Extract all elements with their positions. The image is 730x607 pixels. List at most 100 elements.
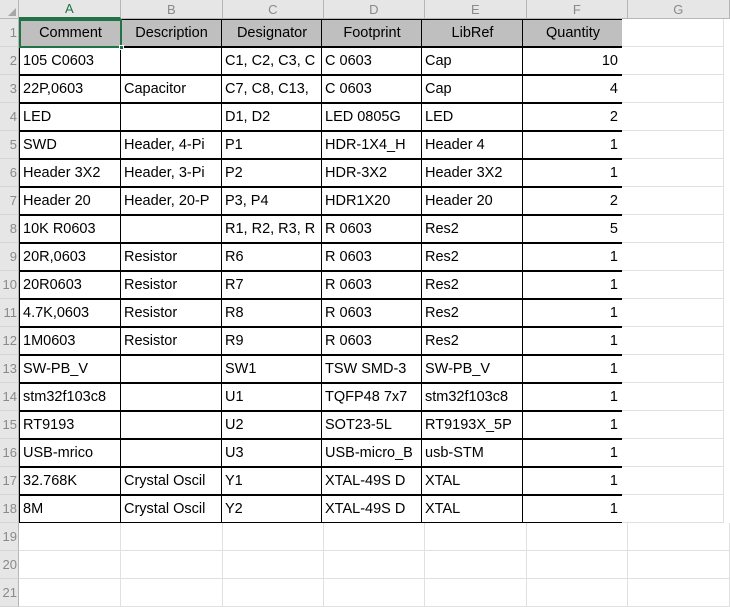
- empty-cell[interactable]: [622, 355, 724, 383]
- table-cell[interactable]: 1: [522, 271, 623, 299]
- table-cell[interactable]: 1: [522, 131, 623, 159]
- row-header-4[interactable]: 4: [0, 103, 19, 131]
- row-header-16[interactable]: 16: [0, 439, 19, 467]
- table-header-cell[interactable]: Footprint: [321, 19, 422, 47]
- table-cell[interactable]: R6: [221, 243, 322, 271]
- table-cell[interactable]: R 0603: [321, 327, 422, 355]
- empty-cell[interactable]: [628, 579, 730, 607]
- empty-cell[interactable]: [527, 523, 628, 551]
- empty-cell[interactable]: [425, 523, 527, 551]
- table-cell[interactable]: Resistor: [120, 243, 222, 271]
- empty-cell[interactable]: [121, 579, 223, 607]
- table-cell[interactable]: Header, 20-P: [120, 187, 222, 215]
- table-cell[interactable]: Header 20: [421, 187, 523, 215]
- table-cell[interactable]: 22P,0603: [19, 75, 121, 103]
- empty-cell[interactable]: [622, 159, 724, 187]
- table-cell[interactable]: R1, R2, R3, R: [221, 215, 322, 243]
- table-cell[interactable]: Y1: [221, 467, 322, 495]
- table-cell[interactable]: [120, 439, 222, 467]
- table-cell[interactable]: Header, 3-Pi: [120, 159, 222, 187]
- table-cell[interactable]: 105 C0603: [19, 47, 121, 75]
- row-header-12[interactable]: 12: [0, 327, 19, 355]
- table-cell[interactable]: [120, 215, 222, 243]
- column-header-c[interactable]: C: [223, 0, 324, 19]
- empty-cell[interactable]: [527, 579, 628, 607]
- table-cell[interactable]: Y2: [221, 495, 322, 523]
- empty-cell[interactable]: [622, 187, 724, 215]
- table-cell[interactable]: 1: [522, 439, 623, 467]
- spreadsheet-grid[interactable]: ABCDEFG 1 2 3 4 5 6 7 8 9 10 11 12 13 14 15 16 17 18 19 20 2…: [0, 0, 730, 607]
- table-cell[interactable]: LED: [421, 103, 523, 131]
- empty-cell[interactable]: [223, 523, 324, 551]
- table-cell[interactable]: 4: [522, 75, 623, 103]
- table-cell[interactable]: Crystal Oscil: [120, 495, 222, 523]
- row-header-9[interactable]: 9: [0, 243, 19, 271]
- empty-cell[interactable]: [622, 467, 724, 495]
- row-header-13[interactable]: 13: [0, 355, 19, 383]
- empty-cell[interactable]: [628, 523, 730, 551]
- empty-cell[interactable]: [622, 495, 724, 523]
- table-cell[interactable]: [120, 355, 222, 383]
- table-cell[interactable]: C1, C2, C3, C: [221, 47, 322, 75]
- table-cell[interactable]: 2: [522, 187, 623, 215]
- table-cell[interactable]: Cap: [421, 75, 523, 103]
- table-cell[interactable]: Res2: [421, 215, 523, 243]
- table-cell[interactable]: Header 4: [421, 131, 523, 159]
- table-cell[interactable]: 1: [522, 355, 623, 383]
- table-header-cell[interactable]: Comment: [19, 19, 121, 47]
- table-cell[interactable]: 1: [522, 327, 623, 355]
- empty-cell[interactable]: [324, 551, 425, 579]
- table-cell[interactable]: Res2: [421, 299, 523, 327]
- table-cell[interactable]: XTAL: [421, 495, 523, 523]
- column-header-e[interactable]: E: [425, 0, 527, 19]
- empty-cell[interactable]: [425, 551, 527, 579]
- table-cell[interactable]: U2: [221, 411, 322, 439]
- table-cell[interactable]: Res2: [421, 243, 523, 271]
- table-cell[interactable]: Resistor: [120, 327, 222, 355]
- empty-cell[interactable]: [121, 523, 223, 551]
- empty-cell[interactable]: [622, 299, 724, 327]
- row-header-17[interactable]: 17: [0, 467, 19, 495]
- row-header-15[interactable]: 15: [0, 411, 19, 439]
- table-cell[interactable]: 5: [522, 215, 623, 243]
- empty-cell[interactable]: [324, 523, 425, 551]
- empty-cell[interactable]: [622, 131, 724, 159]
- empty-cell[interactable]: [19, 579, 121, 607]
- table-cell[interactable]: SW-PB_V: [421, 355, 523, 383]
- table-cell[interactable]: USB-mrico: [19, 439, 121, 467]
- table-cell[interactable]: stm32f103c8: [421, 383, 523, 411]
- table-cell[interactable]: C7, C8, C13,: [221, 75, 322, 103]
- table-header-cell[interactable]: LibRef: [421, 19, 523, 47]
- row-header-5[interactable]: 5: [0, 131, 19, 159]
- row-header-2[interactable]: 2: [0, 47, 19, 75]
- empty-cell[interactable]: [622, 19, 724, 47]
- table-cell[interactable]: R 0603: [321, 215, 422, 243]
- row-header-6[interactable]: 6: [0, 159, 19, 187]
- table-cell[interactable]: Resistor: [120, 271, 222, 299]
- row-header-1[interactable]: 1: [0, 19, 19, 47]
- empty-cell[interactable]: [223, 551, 324, 579]
- empty-cell[interactable]: [622, 411, 724, 439]
- table-cell[interactable]: 1: [522, 159, 623, 187]
- fill-handle[interactable]: [119, 45, 124, 50]
- table-cell[interactable]: 1M0603: [19, 327, 121, 355]
- empty-cell[interactable]: [19, 523, 121, 551]
- empty-cell[interactable]: [622, 103, 724, 131]
- table-cell[interactable]: [120, 411, 222, 439]
- table-cell[interactable]: Crystal Oscil: [120, 467, 222, 495]
- empty-cell[interactable]: [622, 215, 724, 243]
- table-cell[interactable]: usb-STM: [421, 439, 523, 467]
- table-cell[interactable]: R 0603: [321, 299, 422, 327]
- table-cell[interactable]: R8: [221, 299, 322, 327]
- empty-cell[interactable]: [622, 271, 724, 299]
- table-cell[interactable]: 32.768K: [19, 467, 121, 495]
- empty-cell[interactable]: [622, 327, 724, 355]
- table-cell[interactable]: R7: [221, 271, 322, 299]
- row-header-column[interactable]: 1 2 3 4 5 6 7 8 9 10 11 12 13 14 15 16 17 18 19 20 21: [0, 19, 19, 607]
- table-cell[interactable]: 1: [522, 411, 623, 439]
- select-all-button[interactable]: [0, 0, 19, 19]
- empty-cell[interactable]: [121, 551, 223, 579]
- row-header-20[interactable]: 20: [0, 551, 19, 579]
- table-cell[interactable]: 1: [522, 243, 623, 271]
- table-cell[interactable]: [120, 103, 222, 131]
